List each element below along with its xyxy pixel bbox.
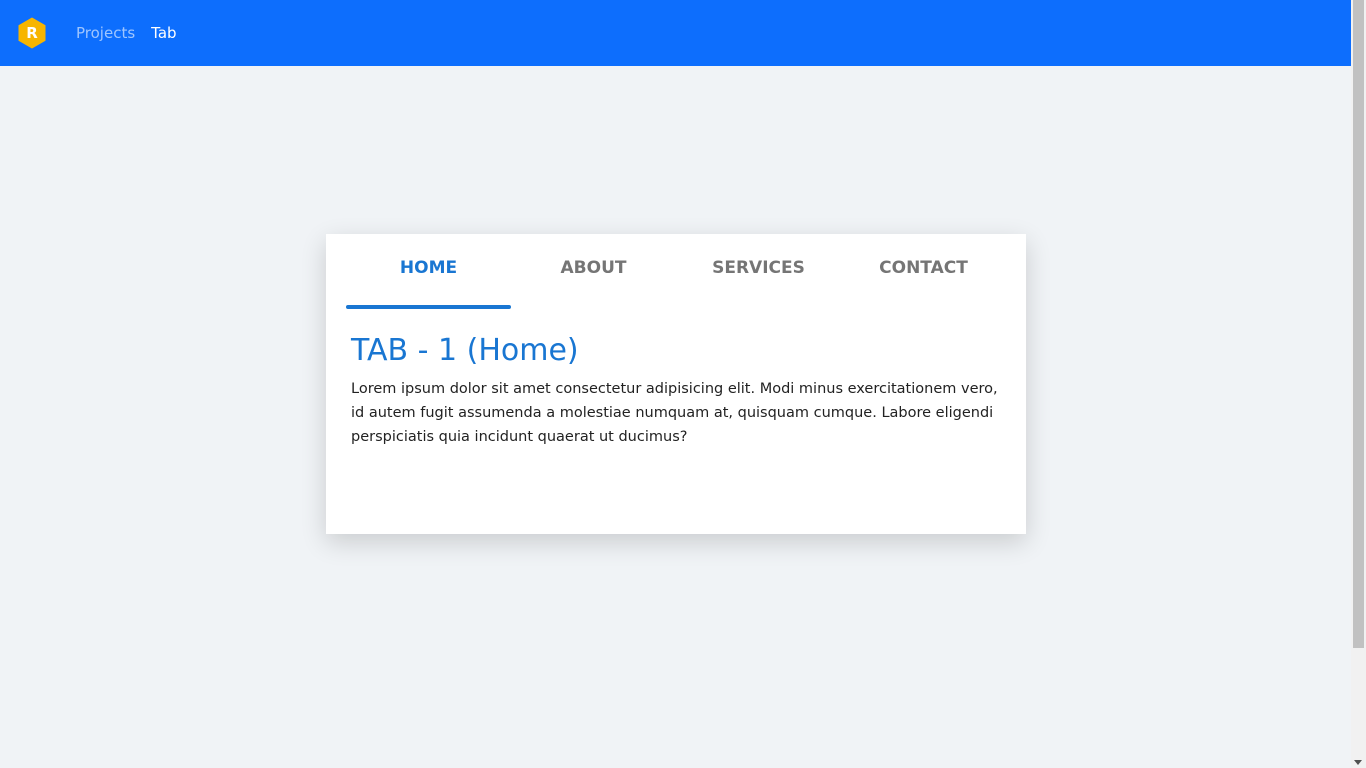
nav-links: Projects Tab bbox=[76, 24, 177, 42]
tab-services[interactable]: SERVICES bbox=[676, 234, 841, 309]
tab-about[interactable]: ABOUT bbox=[511, 234, 676, 309]
scrollbar-thumb[interactable] bbox=[1353, 0, 1364, 648]
nav-link-projects[interactable]: Projects bbox=[76, 24, 135, 42]
logo-letter: R bbox=[26, 23, 38, 42]
active-tab-indicator bbox=[346, 305, 511, 309]
top-navbar: R Projects Tab bbox=[0, 0, 1351, 66]
tab-home[interactable]: HOME bbox=[346, 234, 511, 309]
tab-contact[interactable]: CONTACT bbox=[841, 234, 1006, 309]
scroll-down-arrow-icon[interactable] bbox=[1354, 760, 1362, 765]
brand-logo-icon[interactable]: R bbox=[18, 17, 46, 49]
tab-panel-home: TAB - 1 (Home) Lorem ipsum dolor sit ame… bbox=[346, 309, 1006, 449]
tab-bar: HOME ABOUT SERVICES CONTACT bbox=[346, 234, 1006, 309]
tab-paragraph: Lorem ipsum dolor sit amet consectetur a… bbox=[351, 381, 998, 445]
vertical-scrollbar[interactable] bbox=[1351, 0, 1366, 768]
nav-link-tab[interactable]: Tab bbox=[151, 24, 176, 42]
tab-card: HOME ABOUT SERVICES CONTACT TAB - 1 (Hom… bbox=[326, 234, 1026, 534]
tab-heading: TAB - 1 (Home) bbox=[351, 333, 579, 368]
